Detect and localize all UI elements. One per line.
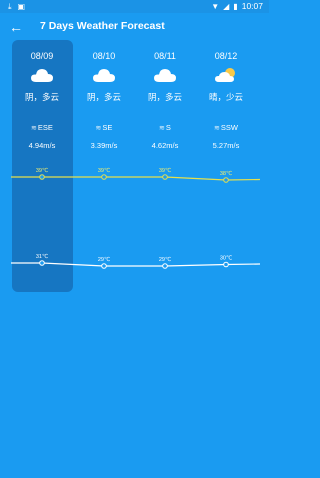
- wind-direction: SE: [102, 123, 113, 132]
- wind-info: ≋ ESE: [11, 123, 73, 132]
- wind-icon: ≋: [214, 124, 220, 132]
- partly-sunny-icon: [215, 68, 235, 82]
- high-temp-label: 38℃: [220, 170, 232, 177]
- wifi-icon: ▼: [211, 1, 220, 11]
- low-temp-label: 29℃: [98, 256, 110, 263]
- back-arrow-icon[interactable]: ←: [6, 17, 26, 37]
- wind-speed: 3.39m/s: [90, 141, 118, 150]
- day-condition: 阴，多云: [24, 92, 59, 102]
- day-date: 08/11: [154, 51, 176, 61]
- wind-speed: 5.27m/s: [212, 141, 240, 150]
- low-temp-point: [223, 261, 229, 268]
- wind-info: ≋ SE: [73, 123, 135, 132]
- download-icon: ⤓: [8, 2, 12, 11]
- day-condition: 阴，多云: [86, 92, 121, 102]
- low-temp-label: 29℃: [159, 256, 171, 263]
- signal-icon: ◢: [223, 1, 230, 11]
- notification-icon: ▣: [17, 2, 26, 11]
- cloudy-icon: [93, 69, 115, 82]
- high-temp-point: [101, 174, 107, 180]
- wind-info: ≋ S: [134, 123, 196, 132]
- wind-info: ≋ SSW: [195, 123, 257, 132]
- day-date: 08/12: [214, 51, 238, 61]
- cloudy-icon: [154, 69, 176, 82]
- wind-icon: ≋: [31, 124, 37, 132]
- app-bar: ← 7 Days Weather Forecast: [0, 13, 269, 41]
- wind-icon: ≋: [95, 124, 102, 132]
- wind-speed: 4.62m/s: [151, 141, 179, 150]
- low-temp-point: [101, 263, 107, 269]
- high-temp-label: 39℃: [159, 167, 171, 174]
- wind-icon: ≋: [159, 124, 165, 132]
- day-condition: 晴，少云: [208, 92, 243, 102]
- wind-direction: S: [165, 123, 171, 132]
- wind-speed: 4.94m/s: [28, 141, 56, 150]
- wind-direction: SSW: [220, 123, 238, 132]
- low-temp-label: 30℃: [220, 255, 232, 262]
- status-time: 10:07: [241, 1, 263, 11]
- wind-direction: ESE: [37, 123, 53, 132]
- day-date: 08/10: [92, 51, 116, 61]
- high-temp-point: [162, 174, 168, 180]
- high-temp-point: [223, 177, 229, 183]
- high-temp-label: 39℃: [98, 167, 110, 174]
- day-date: 08/09: [30, 51, 54, 61]
- status-bar: ⤓ ▣ ▼ ◢ ▮ 10:07: [0, 0, 269, 13]
- battery-icon: ▮: [233, 1, 238, 11]
- day-condition: 阴，多云: [147, 92, 182, 102]
- low-temp-point: [162, 263, 168, 269]
- cloudy-icon: [31, 69, 53, 82]
- page-title: 7 Days Weather Forecast: [40, 20, 165, 32]
